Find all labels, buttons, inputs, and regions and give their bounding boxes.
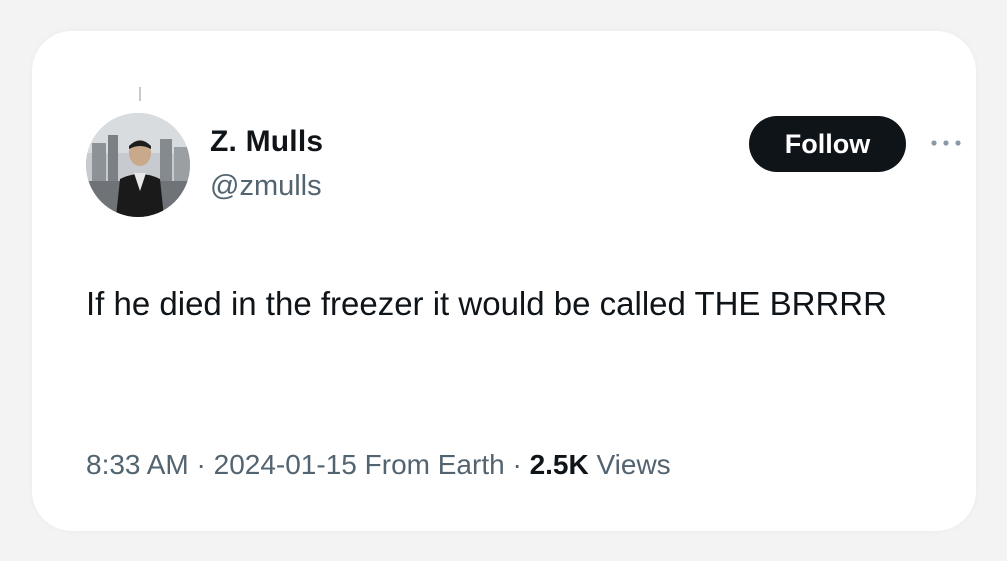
more-options-button[interactable] (926, 133, 966, 153)
tweet-time[interactable]: 8:33 AM (86, 449, 189, 480)
views-label: Views (596, 449, 671, 480)
tweet-date[interactable]: 2024-01-15 (214, 449, 357, 480)
ellipsis-icon (931, 140, 961, 146)
profile-photo-icon (86, 113, 190, 217)
follow-button[interactable]: Follow (749, 116, 906, 172)
tweet-text: If he died in the freezer it would be ca… (86, 285, 887, 322)
thread-connector-line (139, 87, 141, 101)
meta-separator: · (188, 449, 214, 480)
tweet-metadata: 8:33 AM · 2024-01-15 From Earth · 2.5K V… (86, 449, 671, 481)
tweet-card: Z. Mulls @zmulls Follow If he died in th… (32, 31, 976, 531)
user-handle[interactable]: @zmulls (210, 170, 322, 203)
views-count[interactable]: 2.5K (530, 449, 589, 480)
avatar[interactable] (86, 113, 190, 217)
tweet-source: From Earth (364, 449, 505, 480)
meta-separator: · (504, 449, 530, 480)
display-name[interactable]: Z. Mulls (210, 125, 323, 159)
